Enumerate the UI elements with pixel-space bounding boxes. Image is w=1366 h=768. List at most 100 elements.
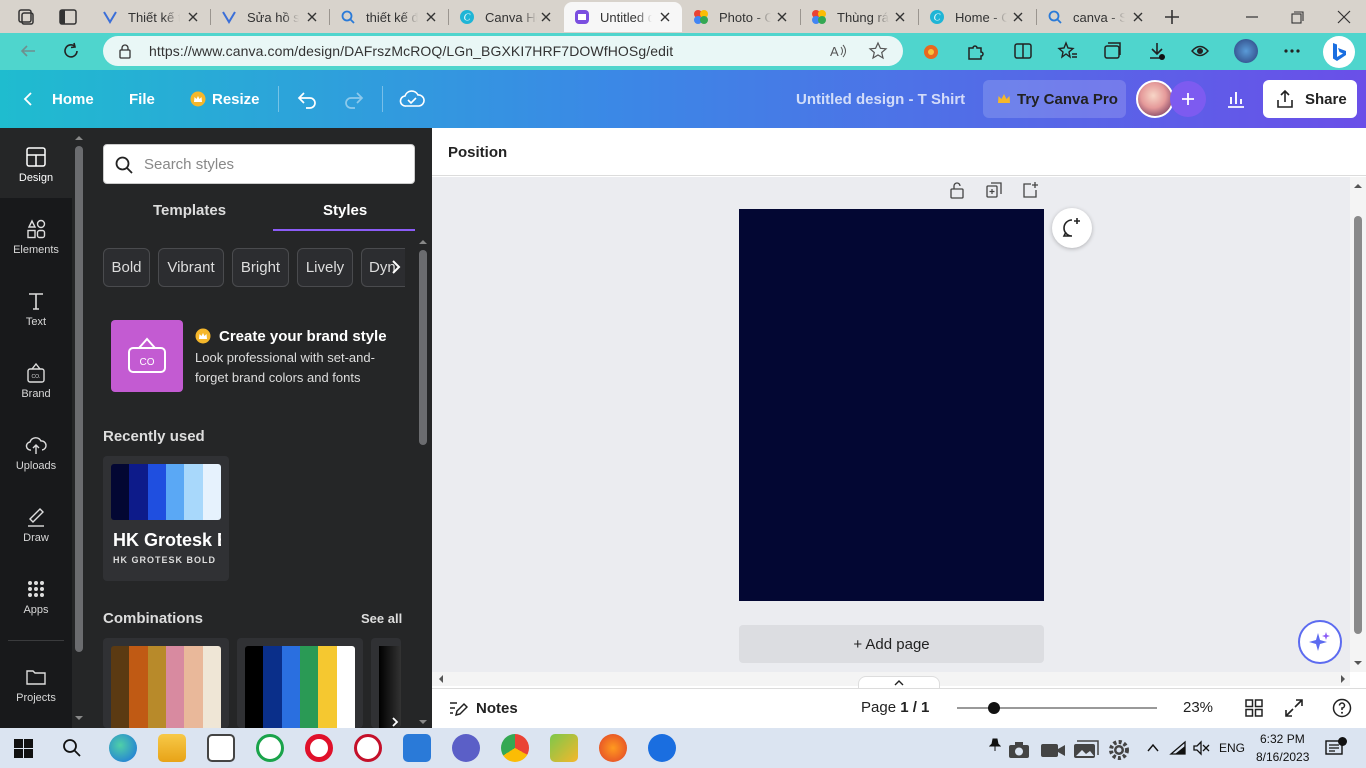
design-title[interactable]: Untitled design - T Shirt (796, 91, 965, 108)
volume-muted-icon[interactable] (1192, 740, 1210, 756)
lock-icon[interactable] (117, 43, 133, 59)
rail-item-brand[interactable]: CO. Brand (0, 344, 72, 414)
notes-button[interactable]: Notes (448, 698, 518, 718)
chevron-right-icon[interactable] (388, 258, 404, 276)
favorites-icon[interactable] (1057, 40, 1079, 62)
collections-icon[interactable] (1101, 40, 1123, 62)
chrome-icon[interactable] (501, 734, 529, 762)
add-comment-button[interactable] (1052, 208, 1092, 248)
try-canva-pro-button[interactable]: Try Canva Pro (983, 80, 1126, 118)
scroll-down-icon[interactable] (1354, 659, 1362, 667)
browser-tab[interactable]: C Home - C (919, 2, 1035, 32)
add-page-icon[interactable] (1021, 181, 1039, 199)
duplicate-page-icon[interactable] (985, 181, 1003, 199)
input-language[interactable]: ENG (1219, 741, 1245, 755)
combination-card[interactable] (371, 638, 401, 728)
clock-date[interactable]: 8/16/2023 (1256, 750, 1309, 764)
split-screen-icon[interactable] (1012, 40, 1034, 62)
tab-styles[interactable]: Styles (323, 202, 367, 219)
vertical-scroll-thumb[interactable] (1354, 216, 1362, 634)
resize-button[interactable]: Resize (190, 70, 260, 128)
cloud-saved-icon[interactable] (399, 87, 425, 111)
style-chip-bright[interactable]: Bright (232, 248, 289, 287)
windows-start-icon[interactable] (14, 739, 33, 758)
home-button[interactable]: Home (20, 70, 94, 128)
search-icon[interactable] (62, 738, 82, 758)
style-chip-vibrant[interactable]: Vibrant (158, 248, 224, 287)
search-styles-input[interactable]: Search styles (103, 144, 415, 184)
workspaces-icon[interactable] (15, 6, 37, 28)
bluestacks-icon[interactable] (550, 734, 578, 762)
add-page-button[interactable]: + Add page (739, 625, 1044, 663)
favorite-star-icon[interactable] (868, 41, 888, 61)
rail-item-draw[interactable]: Draw (0, 488, 72, 558)
scroll-down-icon[interactable] (419, 718, 427, 726)
read-aloud-icon[interactable]: A (829, 42, 849, 60)
firefox-icon[interactable] (599, 734, 627, 762)
zalo-icon[interactable] (648, 734, 676, 762)
user-avatar[interactable] (1136, 80, 1174, 118)
share-button[interactable]: Share (1263, 80, 1357, 118)
file-explorer-icon[interactable] (158, 734, 186, 762)
magic-assistant-button[interactable] (1298, 620, 1342, 664)
close-icon[interactable] (1011, 10, 1025, 24)
window-close-icon[interactable] (1333, 6, 1355, 28)
opera-gx-icon[interactable] (354, 734, 382, 762)
scroll-up-icon[interactable] (419, 238, 427, 246)
close-icon[interactable] (424, 10, 438, 24)
grid-view-icon[interactable] (1244, 698, 1264, 718)
insights-chart-icon[interactable] (1224, 87, 1248, 111)
page-indicator[interactable]: Page 1 / 1 (861, 699, 929, 716)
scroll-right-icon[interactable] (1339, 675, 1347, 683)
rail-item-elements[interactable]: Elements (0, 200, 72, 270)
refresh-icon[interactable] (60, 40, 82, 62)
mail-icon[interactable] (403, 734, 431, 762)
see-all-link[interactable]: See all (361, 611, 402, 626)
rail-item-apps[interactable]: Apps (0, 560, 72, 630)
redo-icon[interactable] (343, 88, 365, 110)
zoom-slider-handle[interactable] (987, 702, 1000, 714)
back-arrow-icon[interactable] (17, 40, 39, 62)
fullscreen-icon[interactable] (1284, 698, 1304, 718)
video-camera-icon[interactable] (1040, 740, 1066, 760)
clock-time[interactable]: 6:32 PM (1260, 732, 1305, 746)
restore-icon[interactable] (1286, 6, 1308, 28)
add-collaborator-button[interactable] (1170, 81, 1206, 117)
new-tab-icon[interactable] (1161, 6, 1183, 28)
rail-item-text[interactable]: Text (0, 272, 72, 342)
design-canvas[interactable] (739, 209, 1044, 601)
close-icon[interactable] (658, 10, 672, 24)
downloads-icon[interactable] (1146, 40, 1168, 62)
minimize-icon[interactable] (1241, 6, 1263, 28)
app-green-icon[interactable] (256, 734, 284, 762)
teams-icon[interactable] (452, 734, 480, 762)
page-navigator-toggle[interactable] (858, 676, 940, 688)
tab-templates[interactable]: Templates (153, 202, 226, 219)
zoom-level[interactable]: 23% (1183, 699, 1213, 716)
browser-tab[interactable]: Sửa hồ sơ (211, 2, 329, 32)
brand-promo-title[interactable]: Create your brand style (219, 328, 387, 345)
style-chip-bold[interactable]: Bold (103, 248, 150, 287)
style-chip-lively[interactable]: Lively (297, 248, 353, 287)
file-menu-button[interactable]: File (129, 70, 155, 128)
close-icon[interactable] (186, 10, 200, 24)
scroll-up-icon[interactable] (1354, 182, 1362, 190)
wifi-icon[interactable] (1169, 740, 1187, 756)
browser-tab[interactable]: C Canva He (449, 2, 563, 32)
rail-item-projects[interactable]: Projects (0, 648, 72, 718)
close-icon[interactable] (305, 10, 319, 24)
browser-tab[interactable]: canva - Se (1037, 2, 1155, 32)
close-icon[interactable] (539, 10, 553, 24)
chevron-up-icon[interactable] (1146, 742, 1160, 754)
panel-scrollbar[interactable] (75, 134, 83, 724)
lock-icon[interactable] (948, 181, 966, 199)
browser-tab[interactable]: Thùng rác (801, 2, 917, 32)
scroll-left-icon[interactable] (437, 675, 445, 683)
close-icon[interactable] (1131, 10, 1145, 24)
browser-tab[interactable]: Thiết kế tì (92, 2, 210, 32)
settings-gear-icon[interactable] (1107, 738, 1131, 762)
close-icon[interactable] (775, 10, 789, 24)
combination-card[interactable] (103, 638, 229, 728)
chevron-right-icon[interactable] (389, 716, 401, 728)
position-button[interactable]: Position (448, 144, 507, 161)
